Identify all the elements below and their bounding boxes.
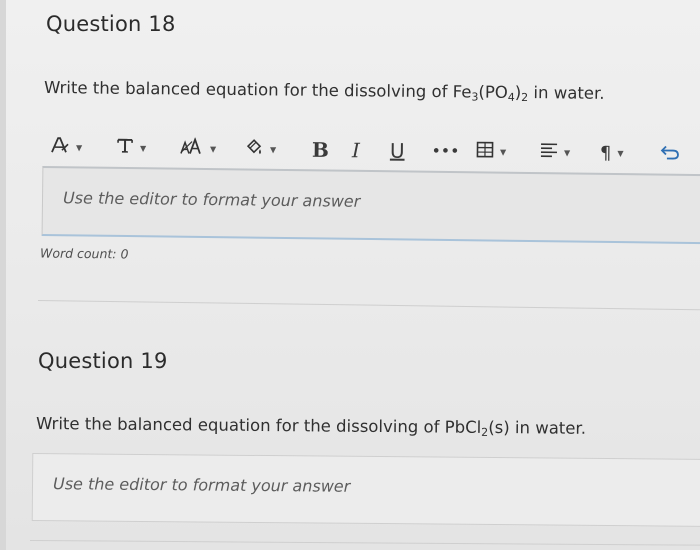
prompt-text: (PO [478, 82, 508, 102]
prompt-text: Write the balanced equation for the diss… [35, 414, 482, 437]
question-18-prompt: Write the balanced equation for the diss… [44, 78, 605, 105]
question-19-prompt: Write the balanced equation for the diss… [36, 414, 586, 440]
chevron-down-icon: ▼ [209, 144, 217, 154]
text-style-icon [116, 137, 134, 159]
page-edge [0, 0, 6, 550]
question-19-title: Question 19 [38, 349, 168, 373]
paragraph-icon: ¶ [599, 142, 612, 164]
question-19-answer-editor[interactable]: Use the editor to format your answer [31, 453, 700, 527]
editor-placeholder: Use the editor to format your answer [52, 474, 351, 496]
more-icon: ••• [431, 143, 461, 159]
subscript: 4 [507, 90, 515, 104]
text-style-button[interactable]: ▼ [116, 135, 146, 161]
prompt-text: Write the balanced equation for the diss… [43, 78, 472, 102]
undo-button[interactable] [660, 140, 680, 166]
chevron-down-icon: ▼ [617, 148, 624, 158]
underline-icon: U [389, 138, 405, 163]
font-size-icon [180, 136, 204, 159]
align-button[interactable]: ▼ [540, 139, 570, 165]
paragraph-button[interactable]: ¶ ▼ [600, 140, 624, 166]
question-divider [37, 300, 700, 311]
chevron-down-icon: ▼ [139, 143, 147, 153]
highlight-icon [244, 138, 264, 160]
prompt-text: in water. [528, 83, 605, 103]
table-button[interactable]: ▼ [476, 139, 506, 165]
bold-icon: B [311, 137, 330, 162]
align-left-icon [540, 141, 558, 163]
chevron-down-icon: ▼ [563, 147, 571, 158]
more-button[interactable]: ••• [432, 138, 460, 164]
italic-button[interactable]: I [352, 137, 360, 163]
chevron-down-icon: ▼ [269, 144, 277, 154]
quiz-page: Question 18 Write the balanced equation … [0, 0, 700, 550]
chevron-down-icon: ▼ [499, 147, 507, 157]
chevron-down-icon: ▼ [75, 142, 83, 152]
question-18-title: Question 18 [46, 12, 176, 36]
question-18-answer-editor[interactable]: Use the editor to format your answer [41, 166, 700, 245]
font-size-button[interactable]: ▼ [180, 135, 216, 161]
prompt-text: (s) in water. [488, 417, 587, 438]
font-color-button[interactable]: ▼ [50, 134, 82, 160]
highlight-button[interactable]: ▼ [244, 136, 276, 162]
font-color-icon [50, 136, 70, 158]
editor-placeholder: Use the editor to format your answer [62, 188, 361, 211]
bold-button[interactable]: B [312, 137, 329, 163]
undo-icon [660, 142, 680, 164]
underline-button[interactable]: U [390, 138, 405, 164]
word-count: Word count: 0 [39, 245, 129, 262]
italic-icon: I [351, 138, 361, 163]
question-divider [29, 540, 700, 546]
table-icon [476, 141, 494, 163]
